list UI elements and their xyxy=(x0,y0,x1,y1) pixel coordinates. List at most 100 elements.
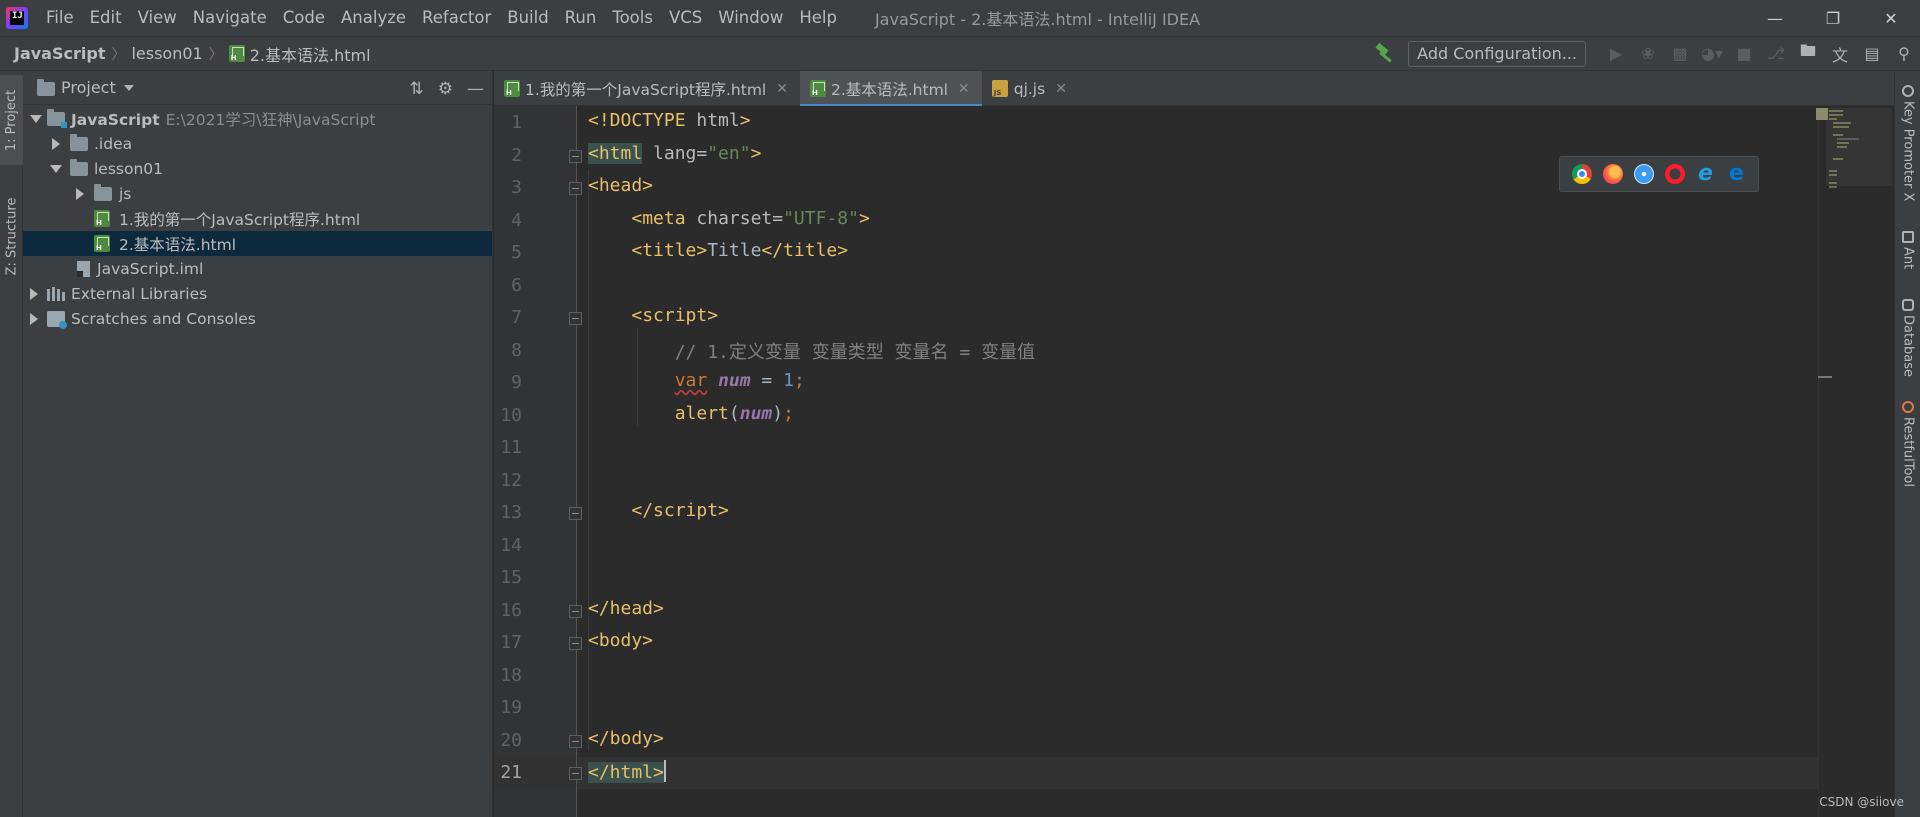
minimap-viewport[interactable] xyxy=(1826,108,1892,186)
tree-item-file-2[interactable]: 2.基本语法.html xyxy=(23,231,492,256)
run-icon[interactable]: ▶ xyxy=(1600,37,1632,70)
menu-bar: IJ File Edit View Navigate Code Analyze … xyxy=(0,0,1920,36)
tab-file-1[interactable]: 1.我的第一个JavaScript程序.html ✕ xyxy=(494,71,800,106)
close-icon[interactable]: ✕ xyxy=(958,81,970,97)
menu-edit[interactable]: Edit xyxy=(82,0,130,36)
fold-marker-icon[interactable] xyxy=(569,735,582,748)
line-number: 8 xyxy=(511,340,522,361)
fold-marker-icon[interactable] xyxy=(569,767,582,780)
project-structure-icon[interactable]: 🖿 xyxy=(1792,37,1824,70)
menu-tools[interactable]: Tools xyxy=(604,0,661,36)
code-line: <!DOCTYPE html> xyxy=(588,110,751,131)
profile-icon[interactable]: ◕▾ xyxy=(1696,37,1728,70)
tree-item-external-libraries[interactable]: External Libraries xyxy=(23,281,492,306)
line-number: 1 xyxy=(511,112,522,133)
fold-marker-icon[interactable] xyxy=(569,312,582,325)
coverage-icon[interactable]: ▩ xyxy=(1664,37,1696,70)
iml-file-icon xyxy=(77,260,90,277)
project-panel-title[interactable]: Project xyxy=(61,78,116,97)
translate-icon[interactable]: 文 xyxy=(1824,37,1856,70)
edge-icon[interactable]: e xyxy=(1727,163,1747,185)
terminal-window-icon[interactable]: ▤ xyxy=(1856,37,1888,70)
fold-marker-icon[interactable] xyxy=(569,605,582,618)
collapse-all-icon[interactable]: ⇅ xyxy=(410,79,424,99)
breadcrumb-project[interactable]: JavaScript xyxy=(14,44,105,63)
tree-item-javascript[interactable]: JavaScript E:\2021学习\狂神\JavaScript xyxy=(23,106,492,131)
line-number: 6 xyxy=(511,275,522,296)
search-icon[interactable]: ⚲ xyxy=(1888,37,1920,70)
tab-structure[interactable]: Z: Structure xyxy=(0,181,23,291)
close-window-button[interactable]: ✕ xyxy=(1862,0,1920,36)
tab-qj-js[interactable]: qj.js ✕ xyxy=(982,71,1079,106)
chevron-right-icon[interactable] xyxy=(52,137,60,150)
menu-build[interactable]: Build xyxy=(499,0,556,36)
code-line: <head> xyxy=(588,175,654,196)
tree-label-text: JavaScript xyxy=(71,110,160,129)
chevron-down-icon[interactable] xyxy=(123,84,134,91)
menu-analyze[interactable]: Analyze xyxy=(333,0,414,36)
tab-ant[interactable]: Ant xyxy=(1895,231,1920,269)
tab-label: RestfulTool xyxy=(1900,417,1916,487)
tab-project[interactable]: 1: Project xyxy=(0,75,23,165)
menu-navigate[interactable]: Navigate xyxy=(185,0,275,36)
menu-help[interactable]: Help xyxy=(791,0,845,36)
chevron-down-icon[interactable] xyxy=(30,114,42,123)
menu-window[interactable]: Window xyxy=(710,0,791,36)
tree-item-lesson01[interactable]: lesson01 xyxy=(23,156,492,181)
menu-vcs[interactable]: VCS xyxy=(661,0,710,36)
tree-item-iml[interactable]: JavaScript.iml xyxy=(23,256,492,281)
breadcrumb-file[interactable]: 2.基本语法.html xyxy=(250,42,371,66)
close-icon[interactable]: ✕ xyxy=(776,81,788,97)
menu-refactor[interactable]: Refactor xyxy=(414,0,499,36)
gear-icon[interactable]: ⚙ xyxy=(438,79,453,99)
add-configuration-button[interactable]: Add Configuration... xyxy=(1408,40,1586,67)
close-icon[interactable]: ✕ xyxy=(1055,81,1067,97)
fold-marker-icon[interactable] xyxy=(569,150,582,163)
fold-marker-icon[interactable] xyxy=(569,182,582,195)
menu-code[interactable]: Code xyxy=(275,0,333,36)
safari-icon[interactable] xyxy=(1633,164,1654,184)
tree-label: 1.我的第一个JavaScript程序.html xyxy=(119,210,361,229)
tree-item-js[interactable]: js xyxy=(23,181,492,206)
ant-icon xyxy=(1902,231,1914,243)
firefox-icon[interactable] xyxy=(1602,164,1623,184)
build-hammer-icon[interactable] xyxy=(1374,43,1396,65)
code-line: </body> xyxy=(588,728,664,749)
chevron-right-icon[interactable] xyxy=(30,287,38,300)
line-number-current: 21 xyxy=(500,762,522,783)
hide-panel-icon[interactable]: — xyxy=(467,79,484,99)
git-icon[interactable]: ⎇ xyxy=(1760,37,1792,70)
inspection-status-icon[interactable] xyxy=(1816,108,1828,120)
internet-explorer-icon[interactable]: e xyxy=(1696,163,1716,185)
opera-icon[interactable] xyxy=(1664,164,1685,184)
debug-icon[interactable]: ❀ xyxy=(1632,37,1664,70)
folder-icon xyxy=(70,133,88,151)
chevron-down-icon[interactable] xyxy=(50,164,62,173)
tab-restfultool[interactable]: RestfulTool xyxy=(1895,401,1920,487)
line-number: 16 xyxy=(500,600,522,621)
restore-button[interactable]: ❐ xyxy=(1804,0,1862,36)
fold-marker-icon[interactable] xyxy=(569,507,582,520)
breadcrumb-folder[interactable]: lesson01 xyxy=(131,44,202,63)
chevron-right-icon[interactable] xyxy=(76,187,84,200)
line-number: 17 xyxy=(500,632,522,653)
tree-item-file-1[interactable]: 1.我的第一个JavaScript程序.html xyxy=(23,206,492,231)
tab-key-promoter-x[interactable]: Key Promoter X xyxy=(1895,85,1920,201)
minimize-button[interactable]: — xyxy=(1746,0,1804,36)
menu-file[interactable]: File xyxy=(38,0,82,36)
tree-item-scratches[interactable]: Scratches and Consoles xyxy=(23,306,492,331)
chevron-right-icon[interactable] xyxy=(30,312,38,325)
left-tool-strip: 1: Project Z: Structure xyxy=(0,71,23,817)
chrome-icon[interactable] xyxy=(1571,164,1592,184)
tab-label: Database xyxy=(1900,315,1916,378)
tab-database[interactable]: Database xyxy=(1895,299,1920,377)
tree-item-idea[interactable]: .idea xyxy=(23,131,492,156)
chevron-right-icon: 〉 xyxy=(208,46,223,63)
code-minimap[interactable] xyxy=(1818,106,1894,817)
menu-view[interactable]: View xyxy=(130,0,185,36)
menu-run[interactable]: Run xyxy=(557,0,605,36)
stop-icon[interactable]: ■ xyxy=(1728,37,1760,70)
tab-file-2[interactable]: 2.基本语法.html ✕ xyxy=(799,71,982,107)
fold-marker-icon[interactable] xyxy=(569,637,582,650)
module-folder-icon xyxy=(47,108,67,128)
